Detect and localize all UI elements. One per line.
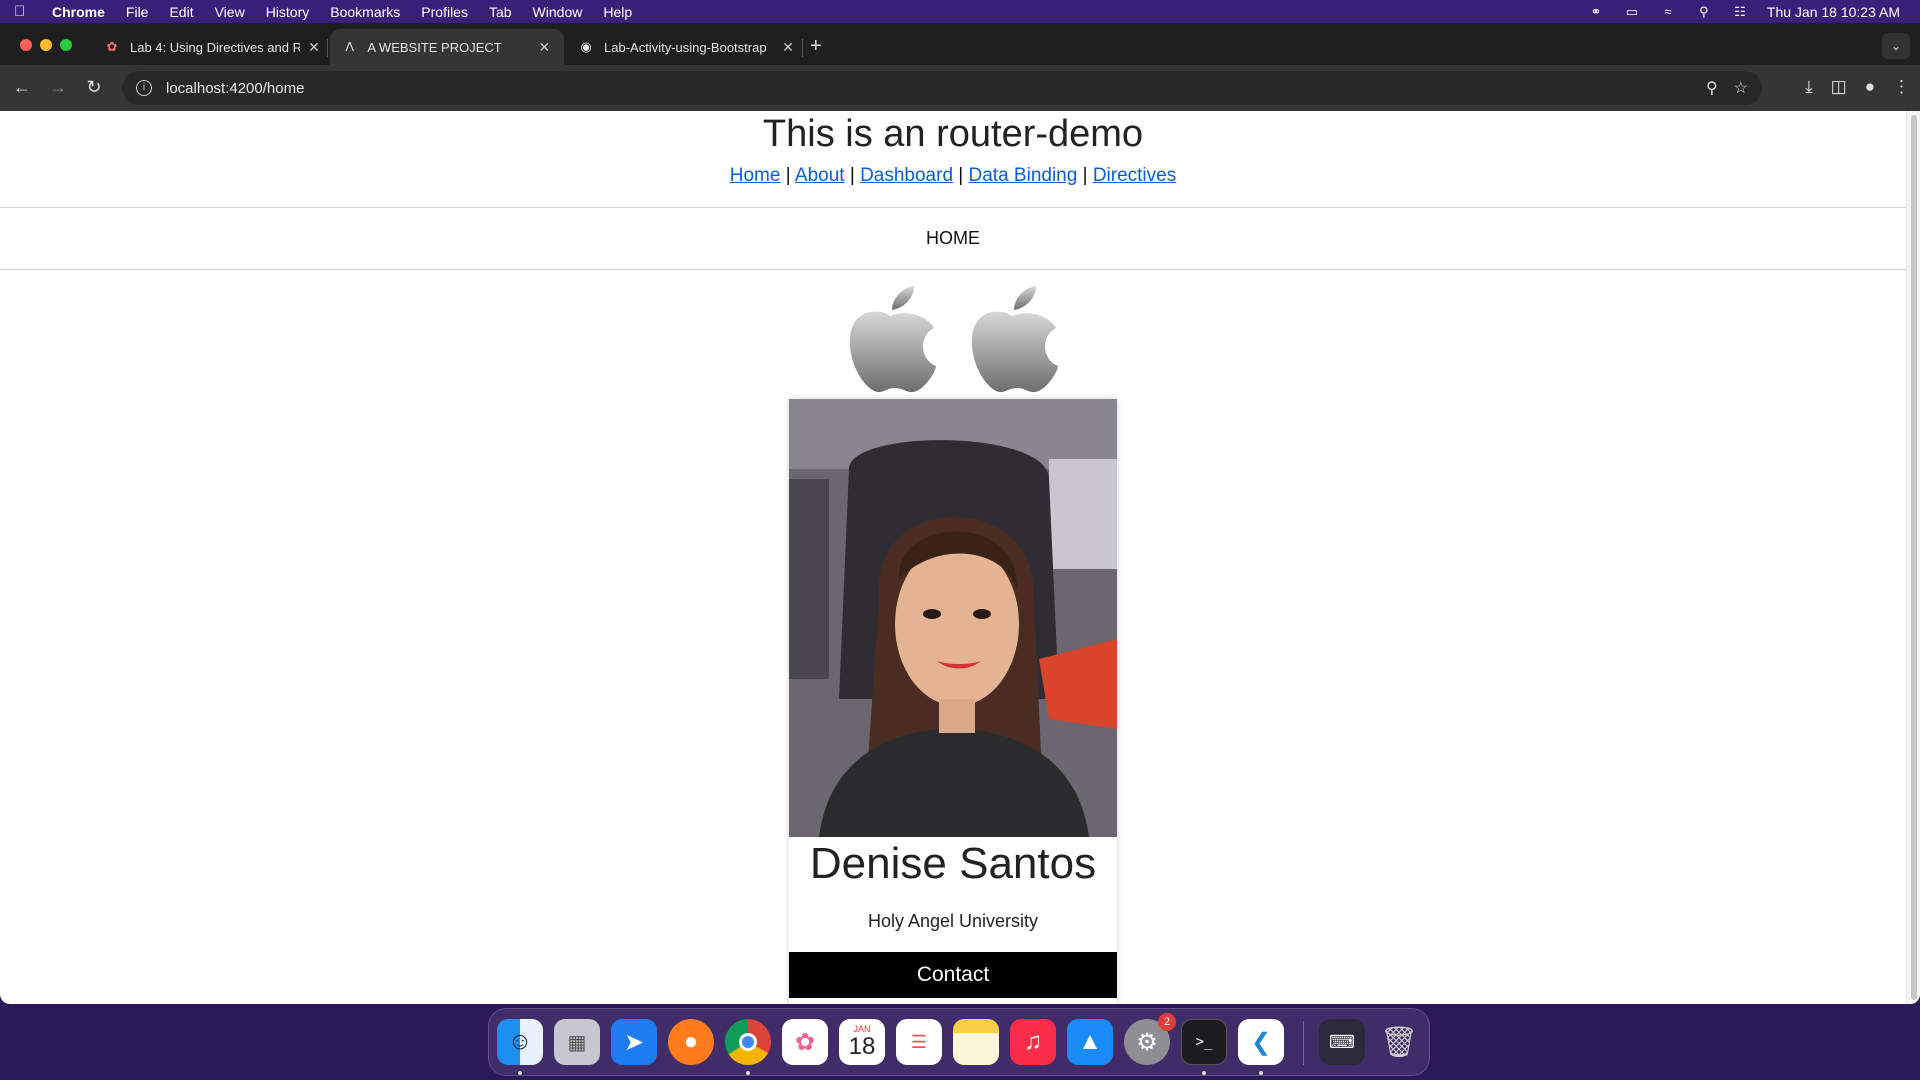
reminders-icon[interactable]: ☰ xyxy=(896,1019,942,1065)
keyboard-viewer-icon[interactable]: ⌨ xyxy=(1319,1019,1365,1065)
bookmark-star-icon[interactable]: ☆ xyxy=(1734,78,1748,98)
menu-profiles[interactable]: Profiles xyxy=(421,4,468,20)
close-tab-icon[interactable]: ✕ xyxy=(780,39,796,56)
menu-tab[interactable]: Tab xyxy=(489,4,512,20)
tab-lab4[interactable]: ✿ Lab 4: Using Directives and R ✕ xyxy=(92,29,334,65)
page-scrollbar[interactable] xyxy=(1906,111,1920,1004)
firefox-icon[interactable]: ● xyxy=(668,1019,714,1065)
tab-label: Lab 4: Using Directives and R xyxy=(130,39,300,55)
vscode-icon[interactable]: ❮ xyxy=(1238,1019,1284,1065)
menu-help[interactable]: Help xyxy=(603,4,632,20)
router-nav: Home | About | Dashboard | Data Binding … xyxy=(0,165,1906,187)
reload-icon[interactable]: ↻ xyxy=(84,77,104,98)
apple-logo-right xyxy=(971,286,1058,393)
macos-menu-bar:  Chrome File Edit View History Bookmark… xyxy=(0,0,1920,23)
close-window-button[interactable] xyxy=(20,39,32,51)
tab-label: A WEBSITE PROJECT xyxy=(367,39,502,55)
forward-icon[interactable]: → xyxy=(48,77,68,98)
nav-separator: | xyxy=(785,165,791,186)
divider xyxy=(0,207,1906,208)
nav-link-data-binding[interactable]: Data Binding xyxy=(969,165,1078,186)
calendar-icon[interactable]: JAN 18 xyxy=(839,1019,885,1065)
nav-link-directives[interactable]: Directives xyxy=(1093,165,1176,186)
nav-separator: | xyxy=(1082,165,1088,186)
card-school: Holy Angel University xyxy=(867,911,1039,931)
menu-history[interactable]: History xyxy=(266,4,310,20)
address-bar[interactable]: i localhost:4200/home ⚲ ☆ xyxy=(122,71,1762,105)
page-viewport: This is an router-demo Home | About | Da… xyxy=(0,111,1920,1004)
maximize-window-button[interactable] xyxy=(60,39,72,51)
address-url[interactable]: localhost:4200/home xyxy=(166,80,304,97)
creative-cloud-icon[interactable]: ⚭ xyxy=(1587,4,1605,19)
zoom-icon[interactable]: ⚲ xyxy=(1706,78,1718,98)
terminal-icon[interactable]: >_ xyxy=(1181,1019,1227,1065)
profile-photo xyxy=(789,399,1117,837)
github-favicon-icon: ◉ xyxy=(580,39,592,54)
page-title: This is an router-demo xyxy=(762,113,1144,155)
card-name: Denise Santos xyxy=(809,839,1097,888)
menu-window[interactable]: Window xyxy=(533,4,583,20)
apple-menu-icon[interactable]:  xyxy=(14,3,34,20)
contact-button[interactable]: Contact xyxy=(789,952,1117,998)
music-icon[interactable]: ♫ xyxy=(1010,1019,1056,1065)
scrollbar-thumb[interactable] xyxy=(1911,115,1917,1000)
chrome-menu-icon[interactable]: ⋮ xyxy=(1893,77,1910,97)
tab-github[interactable]: ◉ Lab-Activity-using-Bootstrap ✕ xyxy=(566,29,808,65)
tab-label: Lab-Activity-using-Bootstrap xyxy=(604,39,767,55)
trash-icon[interactable]: 🗑 xyxy=(1376,1019,1422,1065)
lab-favicon-icon: ✿ xyxy=(106,39,118,54)
control-center-icon[interactable]: ☷ xyxy=(1731,4,1749,19)
wifi-icon[interactable]: ≈ xyxy=(1659,4,1677,19)
site-info-icon[interactable]: i xyxy=(136,80,152,96)
finder-icon[interactable]: ☺ xyxy=(497,1019,543,1065)
chrome-icon[interactable] xyxy=(725,1019,771,1065)
browser-tab-strip: ✿ Lab 4: Using Directives and R ✕ Λ A WE… xyxy=(0,23,1920,65)
nav-separator: | xyxy=(958,165,964,186)
download-icon[interactable]: ⤓ xyxy=(1805,77,1813,97)
safari-icon[interactable]: ➤ xyxy=(611,1019,657,1065)
profile-icon[interactable]: ● xyxy=(1865,77,1875,97)
profile-card: Denise Santos Holy Angel University Cont… xyxy=(789,399,1117,1004)
apple-logo-left xyxy=(849,286,936,393)
nav-separator: | xyxy=(849,165,855,186)
menu-edit[interactable]: Edit xyxy=(169,4,193,20)
spotlight-search-icon[interactable]: ⚲ xyxy=(1695,4,1713,19)
nav-link-dashboard[interactable]: Dashboard xyxy=(860,165,953,186)
minimize-window-button[interactable] xyxy=(40,39,52,51)
app-store-icon[interactable]: ▲ xyxy=(1067,1019,1113,1065)
divider xyxy=(0,269,1906,270)
browser-toolbar: ← → ↻ i localhost:4200/home ⚲ ☆ ⤓ ◫ ● ⋮ xyxy=(0,65,1920,111)
menu-file[interactable]: File xyxy=(126,4,149,20)
screen-mirroring-icon[interactable]: ▭ xyxy=(1623,4,1641,19)
side-panel-icon[interactable]: ◫ xyxy=(1831,77,1847,97)
notes-icon[interactable] xyxy=(953,1019,999,1065)
menu-view[interactable]: View xyxy=(215,4,245,20)
menu-bookmarks[interactable]: Bookmarks xyxy=(330,4,400,20)
macos-dock: ☺ ▦ ➤ ● ✿ JAN 18 ☰ ♫ ▲ ⚙ 2 >_ ❮ ⌨ 🗑 xyxy=(488,1008,1430,1076)
status-area: ⚭ ▭ ≈ ⚲ ☷ Thu Jan 18 10:23 AM xyxy=(1587,0,1900,23)
close-tab-icon[interactable]: ✕ xyxy=(537,39,552,56)
notification-badge: 2 xyxy=(1158,1013,1176,1031)
section-heading: HOME xyxy=(926,228,980,248)
system-settings-icon[interactable]: ⚙ 2 xyxy=(1124,1013,1176,1065)
menu-clock[interactable]: Thu Jan 18 10:23 AM xyxy=(1767,4,1900,20)
angular-favicon-icon: Λ xyxy=(345,39,355,54)
tab-website-project[interactable]: Λ A WEBSITE PROJECT ✕ xyxy=(330,29,564,65)
menu-app-name[interactable]: Chrome xyxy=(52,4,105,20)
new-tab-icon[interactable]: + xyxy=(810,35,822,58)
close-tab-icon[interactable]: ✕ xyxy=(306,39,322,56)
calendar-day: 18 xyxy=(848,1033,876,1060)
launchpad-icon[interactable]: ▦ xyxy=(554,1019,600,1065)
nav-link-home[interactable]: Home xyxy=(730,165,781,186)
back-icon[interactable]: ← xyxy=(12,77,32,98)
tab-search-icon[interactable]: ⌄ xyxy=(1882,33,1910,59)
window-controls xyxy=(20,39,72,51)
photos-icon[interactable]: ✿ xyxy=(782,1019,828,1065)
nav-link-about[interactable]: About xyxy=(795,165,845,186)
